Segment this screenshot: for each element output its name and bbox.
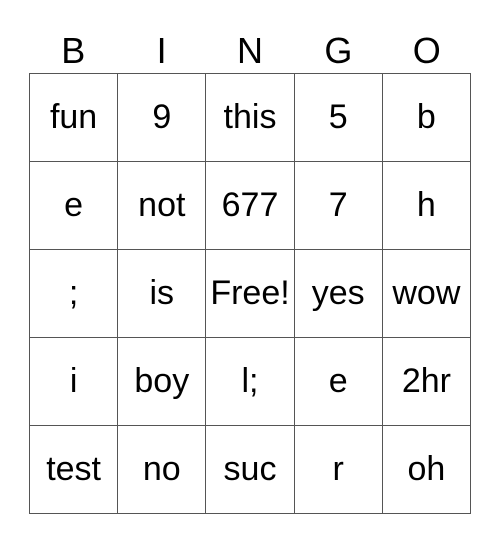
bingo-cell: 2hr [382,338,471,426]
bingo-header: BINGO [29,28,471,74]
free-space-cell: Free! [206,250,295,338]
bingo-cell: b [382,74,471,162]
bingo-cell: 5 [294,74,383,162]
bingo-cell: wow [382,250,471,338]
header-letter-o: O [412,30,441,71]
bingo-cell: 677 [206,162,295,250]
bingo-cell: not [118,162,207,250]
header-letter-b: B [61,30,86,71]
bingo-cell: h [382,162,471,250]
bingo-grid: fun 9 this 5 b e not 677 7 h; is Free! yes wow i boy l; e… [29,73,471,514]
header-letter-i: I [156,30,167,71]
bingo-cell: is [118,250,207,338]
bingo-cell: 7 [294,162,383,250]
bingo-cell: r [294,426,383,514]
bingo-cell: e [294,338,383,426]
bingo-cell: this [206,74,295,162]
bingo-cell: suc [206,426,295,514]
bingo-cell: yes [294,250,383,338]
bingo-cell: test [30,426,119,514]
bingo-cell: ; [30,250,119,338]
bingo-cell: boy [118,338,207,426]
bingo-cell: oh [382,426,471,514]
header-letter-n: N [236,30,263,71]
bingo-cell: e [30,162,119,250]
header-letter-g: G [324,30,353,71]
bingo-cell: fun [30,74,119,162]
bingo-cell: l; [206,338,295,426]
bingo-cell: no [118,426,207,514]
bingo-cell: i [30,338,119,426]
bingo-cell: 9 [118,74,207,162]
